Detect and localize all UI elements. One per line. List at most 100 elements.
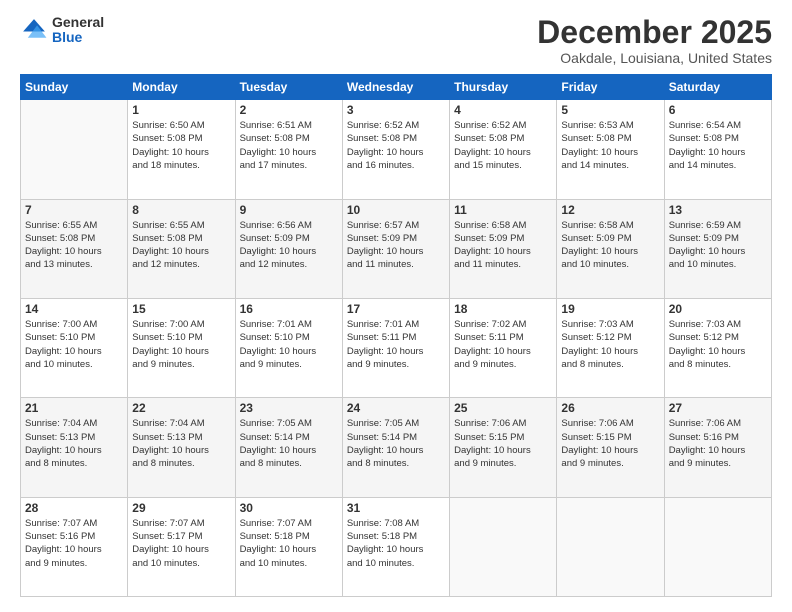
calendar-week-3: 14Sunrise: 7:00 AM Sunset: 5:10 PM Dayli… bbox=[21, 298, 772, 397]
day-number-11: 11 bbox=[454, 203, 552, 217]
calendar-cell-w5-d4: 31 Sunrise: 7:08 AM Sunset: 5:18 PM Dayli… bbox=[342, 497, 449, 596]
day-info-26: Sunrise: 7:06 AM Sunset: 5:15 PM Dayligh… bbox=[561, 417, 659, 470]
day-number-21: 21 bbox=[25, 401, 123, 415]
day-info-16: Sunrise: 7:01 AM Sunset: 5:10 PM Dayligh… bbox=[240, 318, 338, 371]
day-number-7: 7 bbox=[25, 203, 123, 217]
calendar-cell-w4-d6: 26 Sunrise: 7:06 AM Sunset: 5:15 PM Dayli… bbox=[557, 398, 664, 497]
day-info-24: Sunrise: 7:05 AM Sunset: 5:14 PM Dayligh… bbox=[347, 417, 445, 470]
header: General Blue December 2025 Oakdale, Loui… bbox=[20, 15, 772, 66]
day-info-20: Sunrise: 7:03 AM Sunset: 5:12 PM Dayligh… bbox=[669, 318, 767, 371]
title-block: December 2025 Oakdale, Louisiana, United… bbox=[537, 15, 772, 66]
calendar-cell-w1-d2: 1 Sunrise: 6:50 AM Sunset: 5:08 PM Daylig… bbox=[128, 100, 235, 199]
day-info-18: Sunrise: 7:02 AM Sunset: 5:11 PM Dayligh… bbox=[454, 318, 552, 371]
day-number-12: 12 bbox=[561, 203, 659, 217]
day-number-24: 24 bbox=[347, 401, 445, 415]
col-tuesday: Tuesday bbox=[235, 75, 342, 100]
calendar-cell-w1-d5: 4 Sunrise: 6:52 AM Sunset: 5:08 PM Daylig… bbox=[450, 100, 557, 199]
day-number-31: 31 bbox=[347, 501, 445, 515]
day-number-16: 16 bbox=[240, 302, 338, 316]
col-sunday: Sunday bbox=[21, 75, 128, 100]
calendar-cell-w5-d2: 29Sunrise: 7:07 AM Sunset: 5:17 PM Dayli… bbox=[128, 497, 235, 596]
col-wednesday: Wednesday bbox=[342, 75, 449, 100]
calendar-cell-w2-d6: 12 Sunrise: 6:58 AM Sunset: 5:09 PM Dayli… bbox=[557, 199, 664, 298]
day-info-31: Sunrise: 7:08 AM Sunset: 5:18 PM Dayligh… bbox=[347, 517, 445, 570]
day-info-9: Sunrise: 6:56 AM Sunset: 5:09 PM Dayligh… bbox=[240, 219, 338, 272]
day-info-17: Sunrise: 7:01 AM Sunset: 5:11 PM Dayligh… bbox=[347, 318, 445, 371]
day-info-1: Sunrise: 6:50 AM Sunset: 5:08 PM Dayligh… bbox=[132, 119, 230, 172]
day-number-13: 13 bbox=[669, 203, 767, 217]
calendar-cell-w5-d6 bbox=[557, 497, 664, 596]
logo-blue-text: Blue bbox=[52, 30, 104, 45]
logo: General Blue bbox=[20, 15, 104, 46]
calendar-cell-w5-d3: 30Sunrise: 7:07 AM Sunset: 5:18 PM Dayli… bbox=[235, 497, 342, 596]
day-number-4: 4 bbox=[454, 103, 552, 117]
logo-icon bbox=[20, 16, 48, 44]
calendar-cell-w3-d1: 14Sunrise: 7:00 AM Sunset: 5:10 PM Dayli… bbox=[21, 298, 128, 397]
calendar-cell-w4-d4: 24 Sunrise: 7:05 AM Sunset: 5:14 PM Dayli… bbox=[342, 398, 449, 497]
calendar-cell-w4-d3: 23 Sunrise: 7:05 AM Sunset: 5:14 PM Dayli… bbox=[235, 398, 342, 497]
calendar-week-1: 1 Sunrise: 6:50 AM Sunset: 5:08 PM Daylig… bbox=[21, 100, 772, 199]
calendar-cell-w4-d1: 21 Sunrise: 7:04 AM Sunset: 5:13 PM Dayli… bbox=[21, 398, 128, 497]
day-number-17: 17 bbox=[347, 302, 445, 316]
day-number-22: 22 bbox=[132, 401, 230, 415]
calendar-cell-w4-d7: 27 Sunrise: 7:06 AM Sunset: 5:16 PM Dayli… bbox=[664, 398, 771, 497]
day-info-28: Sunrise: 7:07 AM Sunset: 5:16 PM Dayligh… bbox=[25, 517, 123, 570]
calendar-cell-w1-d6: 5 Sunrise: 6:53 AM Sunset: 5:08 PM Daylig… bbox=[557, 100, 664, 199]
calendar-cell-w3-d7: 20 Sunrise: 7:03 AM Sunset: 5:12 PM Dayli… bbox=[664, 298, 771, 397]
calendar-cell-w4-d2: 22 Sunrise: 7:04 AM Sunset: 5:13 PM Dayli… bbox=[128, 398, 235, 497]
day-info-4: Sunrise: 6:52 AM Sunset: 5:08 PM Dayligh… bbox=[454, 119, 552, 172]
day-info-6: Sunrise: 6:54 AM Sunset: 5:08 PM Dayligh… bbox=[669, 119, 767, 172]
calendar-cell-w4-d5: 25 Sunrise: 7:06 AM Sunset: 5:15 PM Dayli… bbox=[450, 398, 557, 497]
day-number-9: 9 bbox=[240, 203, 338, 217]
main-title: December 2025 bbox=[537, 15, 772, 50]
day-info-19: Sunrise: 7:03 AM Sunset: 5:12 PM Dayligh… bbox=[561, 318, 659, 371]
day-number-23: 23 bbox=[240, 401, 338, 415]
day-number-28: 28 bbox=[25, 501, 123, 515]
day-number-27: 27 bbox=[669, 401, 767, 415]
day-info-8: Sunrise: 6:55 AM Sunset: 5:08 PM Dayligh… bbox=[132, 219, 230, 272]
day-info-27: Sunrise: 7:06 AM Sunset: 5:16 PM Dayligh… bbox=[669, 417, 767, 470]
col-monday: Monday bbox=[128, 75, 235, 100]
day-number-18: 18 bbox=[454, 302, 552, 316]
day-info-5: Sunrise: 6:53 AM Sunset: 5:08 PM Dayligh… bbox=[561, 119, 659, 172]
subtitle: Oakdale, Louisiana, United States bbox=[537, 50, 772, 66]
calendar-cell-w2-d1: 7Sunrise: 6:55 AM Sunset: 5:08 PM Daylig… bbox=[21, 199, 128, 298]
calendar-cell-w5-d7 bbox=[664, 497, 771, 596]
calendar-week-4: 21 Sunrise: 7:04 AM Sunset: 5:13 PM Dayli… bbox=[21, 398, 772, 497]
day-info-12: Sunrise: 6:58 AM Sunset: 5:09 PM Dayligh… bbox=[561, 219, 659, 272]
day-info-29: Sunrise: 7:07 AM Sunset: 5:17 PM Dayligh… bbox=[132, 517, 230, 570]
day-info-2: Sunrise: 6:51 AM Sunset: 5:08 PM Dayligh… bbox=[240, 119, 338, 172]
day-number-5: 5 bbox=[561, 103, 659, 117]
day-info-23: Sunrise: 7:05 AM Sunset: 5:14 PM Dayligh… bbox=[240, 417, 338, 470]
calendar-cell-w1-d3: 2 Sunrise: 6:51 AM Sunset: 5:08 PM Daylig… bbox=[235, 100, 342, 199]
calendar-cell-w5-d1: 28 Sunrise: 7:07 AM Sunset: 5:16 PM Dayli… bbox=[21, 497, 128, 596]
calendar-cell-w3-d3: 16 Sunrise: 7:01 AM Sunset: 5:10 PM Dayli… bbox=[235, 298, 342, 397]
calendar-week-2: 7 Sunrise: 6:55 AM Sunset: 5:08 PM Daylig… bbox=[21, 199, 772, 298]
day-number-25: 25 bbox=[454, 401, 552, 415]
calendar-cell-w2-d3: 9 Sunrise: 6:56 AM Sunset: 5:09 PM Daylig… bbox=[235, 199, 342, 298]
calendar-cell-w3-d6: 19Sunrise: 7:03 AM Sunset: 5:12 PM Dayli… bbox=[557, 298, 664, 397]
page: General Blue December 2025 Oakdale, Loui… bbox=[0, 0, 792, 612]
logo-text: General Blue bbox=[52, 15, 104, 46]
day-number-1: 1 bbox=[132, 103, 230, 117]
day-info-25: Sunrise: 7:06 AM Sunset: 5:15 PM Dayligh… bbox=[454, 417, 552, 470]
calendar-header-row: Sunday Monday Tuesday Wednesday Thursday… bbox=[21, 75, 772, 100]
day-number-10: 10 bbox=[347, 203, 445, 217]
day-info-21: Sunrise: 7:04 AM Sunset: 5:13 PM Dayligh… bbox=[25, 417, 123, 470]
day-number-15: 15 bbox=[132, 302, 230, 316]
day-info-30: Sunrise: 7:07 AM Sunset: 5:18 PM Dayligh… bbox=[240, 517, 338, 570]
day-number-2: 2 bbox=[240, 103, 338, 117]
day-number-20: 20 bbox=[669, 302, 767, 316]
calendar-cell-w2-d5: 11 Sunrise: 6:58 AM Sunset: 5:09 PM Dayli… bbox=[450, 199, 557, 298]
day-number-8: 8 bbox=[132, 203, 230, 217]
calendar-cell-w3-d4: 17 Sunrise: 7:01 AM Sunset: 5:11 PM Dayli… bbox=[342, 298, 449, 397]
calendar-cell-w5-d5 bbox=[450, 497, 557, 596]
calendar-cell-w1-d7: 6Sunrise: 6:54 AM Sunset: 5:08 PM Daylig… bbox=[664, 100, 771, 199]
day-info-22: Sunrise: 7:04 AM Sunset: 5:13 PM Dayligh… bbox=[132, 417, 230, 470]
day-info-15: Sunrise: 7:00 AM Sunset: 5:10 PM Dayligh… bbox=[132, 318, 230, 371]
day-number-26: 26 bbox=[561, 401, 659, 415]
col-friday: Friday bbox=[557, 75, 664, 100]
logo-general-text: General bbox=[52, 15, 104, 30]
day-info-11: Sunrise: 6:58 AM Sunset: 5:09 PM Dayligh… bbox=[454, 219, 552, 272]
calendar-cell-w2-d2: 8 Sunrise: 6:55 AM Sunset: 5:08 PM Daylig… bbox=[128, 199, 235, 298]
